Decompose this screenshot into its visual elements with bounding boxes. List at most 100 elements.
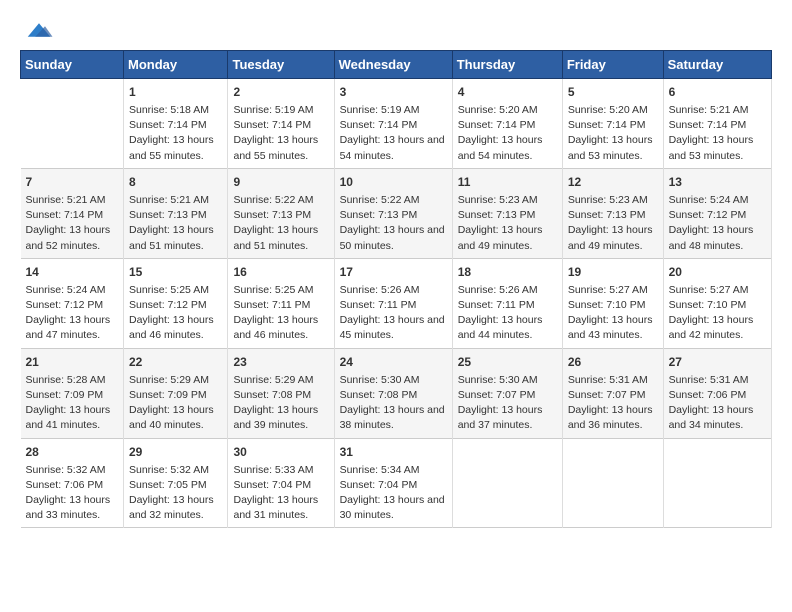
cell-info: Sunrise: 5:24 AMSunset: 7:12 PMDaylight:… [26, 283, 119, 344]
cell-info: Sunrise: 5:33 AMSunset: 7:04 PMDaylight:… [233, 463, 328, 524]
day-number: 15 [129, 263, 222, 281]
day-number: 30 [233, 443, 328, 461]
day-header-tuesday: Tuesday [228, 51, 334, 79]
cell-info: Sunrise: 5:25 AMSunset: 7:11 PMDaylight:… [233, 283, 328, 344]
calendar-cell: 19Sunrise: 5:27 AMSunset: 7:10 PMDayligh… [562, 258, 663, 348]
day-number: 29 [129, 443, 222, 461]
calendar-cell: 27 Sunrise: 5:31 AMSunset: 7:06 PMDayligh… [663, 348, 771, 438]
calendar-cell: 4 Sunrise: 5:20 AMSunset: 7:14 PMDaylight… [452, 79, 562, 169]
page-header [20, 20, 772, 40]
day-header-thursday: Thursday [452, 51, 562, 79]
day-header-wednesday: Wednesday [334, 51, 452, 79]
day-number: 21 [26, 353, 119, 371]
calendar-cell: 1Sunrise: 5:18 AMSunset: 7:14 PMDaylight… [124, 79, 228, 169]
day-number: 10 [340, 173, 447, 191]
day-number: 7 [26, 173, 119, 191]
calendar-week-row: 1Sunrise: 5:18 AMSunset: 7:14 PMDaylight… [21, 79, 772, 169]
calendar-cell: 30 Sunrise: 5:33 AMSunset: 7:04 PMDayligh… [228, 438, 334, 528]
calendar-cell: 11 Sunrise: 5:23 AMSunset: 7:13 PMDayligh… [452, 168, 562, 258]
cell-info: Sunrise: 5:23 AMSunset: 7:13 PMDaylight:… [458, 193, 557, 254]
calendar-cell: 12 Sunrise: 5:23 AMSunset: 7:13 PMDayligh… [562, 168, 663, 258]
cell-info: Sunrise: 5:34 AMSunset: 7:04 PMDaylight:… [340, 463, 447, 524]
calendar-cell: 6 Sunrise: 5:21 AMSunset: 7:14 PMDaylight… [663, 79, 771, 169]
cell-info: Sunrise: 5:22 AMSunset: 7:13 PMDaylight:… [233, 193, 328, 254]
cell-info: Sunrise: 5:21 AMSunset: 7:14 PMDaylight:… [669, 103, 766, 164]
cell-info: Sunrise: 5:30 AMSunset: 7:07 PMDaylight:… [458, 373, 557, 434]
day-header-friday: Friday [562, 51, 663, 79]
calendar-cell: 7 Sunrise: 5:21 AMSunset: 7:14 PMDaylight… [21, 168, 124, 258]
calendar-cell: 18 Sunrise: 5:26 AMSunset: 7:11 PMDayligh… [452, 258, 562, 348]
day-number: 24 [340, 353, 447, 371]
cell-info: Sunrise: 5:32 AMSunset: 7:05 PMDaylight:… [129, 463, 222, 524]
calendar-cell: 14 Sunrise: 5:24 AMSunset: 7:12 PMDayligh… [21, 258, 124, 348]
cell-info: Sunrise: 5:19 AMSunset: 7:14 PMDaylight:… [233, 103, 328, 164]
day-number: 27 [669, 353, 766, 371]
cell-info: Sunrise: 5:32 AMSunset: 7:06 PMDaylight:… [26, 463, 119, 524]
cell-info: Sunrise: 5:23 AMSunset: 7:13 PMDaylight:… [568, 193, 658, 254]
day-header-sunday: Sunday [21, 51, 124, 79]
cell-info: Sunrise: 5:21 AMSunset: 7:14 PMDaylight:… [26, 193, 119, 254]
day-number: 11 [458, 173, 557, 191]
calendar-cell: 3 Sunrise: 5:19 AMSunset: 7:14 PMDaylight… [334, 79, 452, 169]
day-number: 3 [340, 83, 447, 101]
cell-info: Sunrise: 5:25 AMSunset: 7:12 PMDaylight:… [129, 283, 222, 344]
cell-info: Sunrise: 5:29 AMSunset: 7:09 PMDaylight:… [129, 373, 222, 434]
calendar-cell: 8 Sunrise: 5:21 AMSunset: 7:13 PMDaylight… [124, 168, 228, 258]
day-number: 31 [340, 443, 447, 461]
cell-info: Sunrise: 5:19 AMSunset: 7:14 PMDaylight:… [340, 103, 447, 164]
cell-info: Sunrise: 5:26 AMSunset: 7:11 PMDaylight:… [458, 283, 557, 344]
calendar-cell: 24 Sunrise: 5:30 AMSunset: 7:08 PMDayligh… [334, 348, 452, 438]
calendar-week-row: 7 Sunrise: 5:21 AMSunset: 7:14 PMDaylight… [21, 168, 772, 258]
calendar-table: SundayMondayTuesdayWednesdayThursdayFrid… [20, 50, 772, 528]
calendar-cell [21, 79, 124, 169]
day-number: 22 [129, 353, 222, 371]
day-number: 2 [233, 83, 328, 101]
day-number: 6 [669, 83, 766, 101]
cell-info: Sunrise: 5:31 AMSunset: 7:07 PMDaylight:… [568, 373, 658, 434]
cell-info: Sunrise: 5:21 AMSunset: 7:13 PMDaylight:… [129, 193, 222, 254]
day-number: 20 [669, 263, 766, 281]
calendar-header-row: SundayMondayTuesdayWednesdayThursdayFrid… [21, 51, 772, 79]
logo [20, 20, 54, 40]
day-number: 28 [26, 443, 119, 461]
day-header-monday: Monday [124, 51, 228, 79]
calendar-week-row: 28 Sunrise: 5:32 AMSunset: 7:06 PMDayligh… [21, 438, 772, 528]
day-number: 5 [568, 83, 658, 101]
day-number: 1 [129, 83, 222, 101]
calendar-cell [452, 438, 562, 528]
cell-info: Sunrise: 5:31 AMSunset: 7:06 PMDaylight:… [669, 373, 766, 434]
calendar-cell: 5Sunrise: 5:20 AMSunset: 7:14 PMDaylight… [562, 79, 663, 169]
day-number: 18 [458, 263, 557, 281]
cell-info: Sunrise: 5:27 AMSunset: 7:10 PMDaylight:… [568, 283, 658, 344]
calendar-cell [562, 438, 663, 528]
calendar-cell: 15 Sunrise: 5:25 AMSunset: 7:12 PMDayligh… [124, 258, 228, 348]
day-number: 17 [340, 263, 447, 281]
day-number: 14 [26, 263, 119, 281]
calendar-cell: 29 Sunrise: 5:32 AMSunset: 7:05 PMDayligh… [124, 438, 228, 528]
calendar-cell: 17 Sunrise: 5:26 AMSunset: 7:11 PMDayligh… [334, 258, 452, 348]
day-number: 9 [233, 173, 328, 191]
day-number: 8 [129, 173, 222, 191]
calendar-cell: 10 Sunrise: 5:22 AMSunset: 7:13 PMDayligh… [334, 168, 452, 258]
calendar-cell: 21 Sunrise: 5:28 AMSunset: 7:09 PMDayligh… [21, 348, 124, 438]
calendar-cell: 28 Sunrise: 5:32 AMSunset: 7:06 PMDayligh… [21, 438, 124, 528]
calendar-week-row: 21 Sunrise: 5:28 AMSunset: 7:09 PMDayligh… [21, 348, 772, 438]
cell-info: Sunrise: 5:24 AMSunset: 7:12 PMDaylight:… [669, 193, 766, 254]
calendar-cell: 22 Sunrise: 5:29 AMSunset: 7:09 PMDayligh… [124, 348, 228, 438]
day-number: 23 [233, 353, 328, 371]
cell-info: Sunrise: 5:28 AMSunset: 7:09 PMDaylight:… [26, 373, 119, 434]
calendar-cell: 20 Sunrise: 5:27 AMSunset: 7:10 PMDayligh… [663, 258, 771, 348]
cell-info: Sunrise: 5:30 AMSunset: 7:08 PMDaylight:… [340, 373, 447, 434]
calendar-cell: 23Sunrise: 5:29 AMSunset: 7:08 PMDayligh… [228, 348, 334, 438]
day-number: 12 [568, 173, 658, 191]
calendar-cell: 26Sunrise: 5:31 AMSunset: 7:07 PMDayligh… [562, 348, 663, 438]
day-number: 13 [669, 173, 766, 191]
cell-info: Sunrise: 5:20 AMSunset: 7:14 PMDaylight:… [458, 103, 557, 164]
day-number: 4 [458, 83, 557, 101]
logo-icon [24, 20, 54, 40]
calendar-cell: 13 Sunrise: 5:24 AMSunset: 7:12 PMDayligh… [663, 168, 771, 258]
cell-info: Sunrise: 5:22 AMSunset: 7:13 PMDaylight:… [340, 193, 447, 254]
cell-info: Sunrise: 5:27 AMSunset: 7:10 PMDaylight:… [669, 283, 766, 344]
calendar-cell: 31 Sunrise: 5:34 AMSunset: 7:04 PMDayligh… [334, 438, 452, 528]
cell-info: Sunrise: 5:26 AMSunset: 7:11 PMDaylight:… [340, 283, 447, 344]
